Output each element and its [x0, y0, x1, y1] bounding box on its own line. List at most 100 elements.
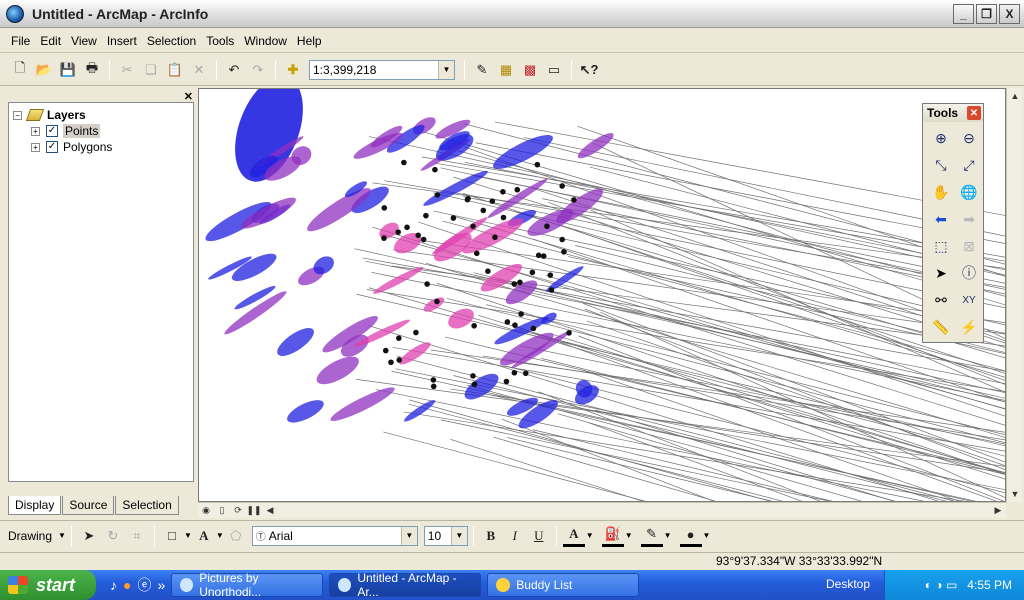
chevron-down-icon[interactable]: ▼ [184, 531, 192, 540]
full-extent-globe-icon[interactable]: 🌐 [957, 180, 981, 204]
add-data-icon[interactable]: ✚ [282, 59, 304, 81]
chevron-down-icon[interactable]: ▼ [216, 531, 224, 540]
font-combo[interactable]: Ⓣ Arial ▼ [251, 525, 418, 546]
new-document-icon[interactable]: 🗋 [9, 59, 31, 81]
tray-icons[interactable]: ◐ ◑ ▭ [925, 578, 958, 592]
layer-label-points[interactable]: Points [63, 124, 101, 138]
scroll-left-icon[interactable]: ◀ [262, 503, 278, 519]
marker-color-icon[interactable]: ● [679, 525, 702, 547]
taskbar-item-pictures[interactable]: Pictures by Unorthodi... [171, 571, 324, 599]
menu-view[interactable]: View [66, 34, 102, 48]
refresh-icon[interactable]: ⟳ [230, 503, 246, 519]
rectangle-icon[interactable]: □ [161, 525, 183, 547]
chevron-down-icon[interactable]: ▼ [703, 531, 711, 540]
command-line-icon[interactable]: ▭ [543, 59, 565, 81]
identify-icon[interactable]: ⓘ [957, 261, 981, 285]
back-arrow-icon[interactable]: ⬅ [929, 207, 953, 231]
scroll-down-icon[interactable]: ▼ [1007, 486, 1023, 502]
forward-arrow-icon[interactable]: ➡ [957, 207, 981, 231]
chevron-down-icon[interactable]: ▼ [586, 531, 594, 540]
visibility-checkbox[interactable]: ✓ [46, 141, 58, 153]
arccatalog-icon[interactable]: ▦ [495, 59, 517, 81]
desktop-toolbar-label[interactable]: Desktop [826, 577, 870, 591]
line-color-icon[interactable]: ✎ [640, 525, 663, 547]
chevron-down-icon[interactable]: ▼ [664, 531, 672, 540]
whats-this-help-icon[interactable]: ↖? [578, 59, 600, 81]
editor-toolbar-icon[interactable]: ✎ [471, 59, 493, 81]
print-icon[interactable]: 🖶 [81, 59, 103, 81]
map-scale-combo[interactable]: 1:3,399,218 ▼ [309, 59, 455, 80]
chevron-down-icon[interactable]: ▼ [438, 60, 454, 79]
rotate-icon[interactable]: ↻ [102, 525, 124, 547]
measure-icon[interactable]: 📏 [929, 315, 953, 339]
zoom-out-icon[interactable]: ⊖ [957, 126, 981, 150]
menu-help[interactable]: Help [292, 34, 327, 48]
map-drawing[interactable] [199, 89, 1006, 502]
delete-icon[interactable]: ✕ [188, 59, 210, 81]
tab-source[interactable]: Source [62, 496, 115, 515]
expand-icon[interactable]: + [31, 142, 40, 152]
zoom-in-icon[interactable]: ⊕ [929, 126, 953, 150]
select-elements-icon[interactable]: ➤ [929, 261, 953, 285]
arcmap-globe-icon[interactable] [6, 4, 24, 23]
find-binoculars-icon[interactable]: ⚯ [929, 288, 953, 312]
chevron-down-icon[interactable]: ▼ [625, 531, 633, 540]
paste-icon[interactable]: 📋 [164, 59, 186, 81]
fixed-zoom-out-icon[interactable]: ⤢ [957, 153, 981, 177]
save-icon[interactable]: 💾 [57, 59, 79, 81]
vertical-scrollbar[interactable]: ▲ ▼ [1006, 88, 1022, 502]
bold-button[interactable]: B [480, 525, 502, 547]
clear-selection-icon[interactable]: ⊠ [957, 234, 981, 258]
minimize-button[interactable]: _ [953, 4, 974, 24]
chevron-down-icon[interactable]: ▼ [400, 526, 417, 545]
cut-icon[interactable]: ✂ [116, 59, 138, 81]
drawing-menu[interactable]: Drawing [8, 529, 52, 543]
menu-insert[interactable]: Insert [102, 34, 142, 48]
underline-button[interactable]: U [528, 525, 550, 547]
start-button[interactable]: start [0, 570, 96, 600]
scroll-right-icon[interactable]: ▶ [990, 503, 1006, 519]
menu-tools[interactable]: Tools [201, 34, 239, 48]
expand-icon[interactable]: + [31, 126, 40, 136]
close-button[interactable]: X [999, 4, 1020, 24]
quick-launch-app-icon[interactable]: ♪ [110, 577, 117, 593]
select-features-icon[interactable]: ⬚ [929, 234, 953, 258]
text-tool-icon[interactable]: A [193, 525, 215, 547]
font-size-combo[interactable]: 10 ▼ [423, 525, 468, 546]
visibility-checkbox[interactable]: ✓ [46, 125, 58, 137]
chevron-down-icon[interactable]: ▼ [450, 526, 467, 545]
edit-vertices-icon[interactable]: ⬠ [225, 525, 247, 547]
pan-hand-icon[interactable]: ✋ [929, 180, 953, 204]
collapse-icon[interactable]: − [13, 110, 22, 120]
zoom-whole-page-icon[interactable]: ⌗ [126, 525, 148, 547]
menu-edit[interactable]: Edit [35, 34, 66, 48]
data-view-icon[interactable]: ◉ [198, 503, 214, 519]
taskbar-item-buddy-list[interactable]: Buddy List [487, 573, 640, 597]
restore-button[interactable]: ❐ [976, 4, 997, 24]
tree-row-polygons[interactable]: + ✓ Polygons [31, 139, 112, 155]
more-chevron-icon[interactable]: » [157, 577, 165, 593]
font-color-icon[interactable]: A [562, 525, 585, 547]
italic-button[interactable]: I [504, 525, 526, 547]
firefox-icon[interactable]: ● [123, 577, 131, 593]
menu-selection[interactable]: Selection [142, 34, 201, 48]
redo-icon[interactable]: ↷ [247, 59, 269, 81]
open-folder-icon[interactable]: 📂 [33, 59, 55, 81]
fixed-zoom-in-icon[interactable]: ⤡ [929, 153, 953, 177]
layer-label-polygons[interactable]: Polygons [63, 140, 112, 154]
map-canvas[interactable] [198, 88, 1006, 502]
copy-icon[interactable]: ❏ [140, 59, 162, 81]
taskbar-item-arcmap[interactable]: Untitled - ArcMap - Ar... [329, 571, 482, 599]
tree-row-layers[interactable]: − Layers [13, 107, 86, 123]
tab-selection[interactable]: Selection [115, 496, 179, 515]
select-elements-icon[interactable]: ➤ [78, 525, 100, 547]
dataframe-label[interactable]: Layers [47, 108, 86, 122]
close-icon[interactable]: ✕ [967, 106, 981, 120]
ie-icon[interactable]: ⓔ [137, 575, 151, 595]
go-to-xy-icon[interactable]: XY [957, 288, 981, 312]
tree-row-points[interactable]: + ✓ Points [31, 123, 101, 139]
chevron-down-icon[interactable]: ▼ [58, 531, 66, 540]
fill-color-icon[interactable]: ⛽ [601, 525, 624, 547]
layout-view-icon[interactable]: ▯ [214, 503, 230, 519]
menu-window[interactable]: Window [239, 34, 292, 48]
